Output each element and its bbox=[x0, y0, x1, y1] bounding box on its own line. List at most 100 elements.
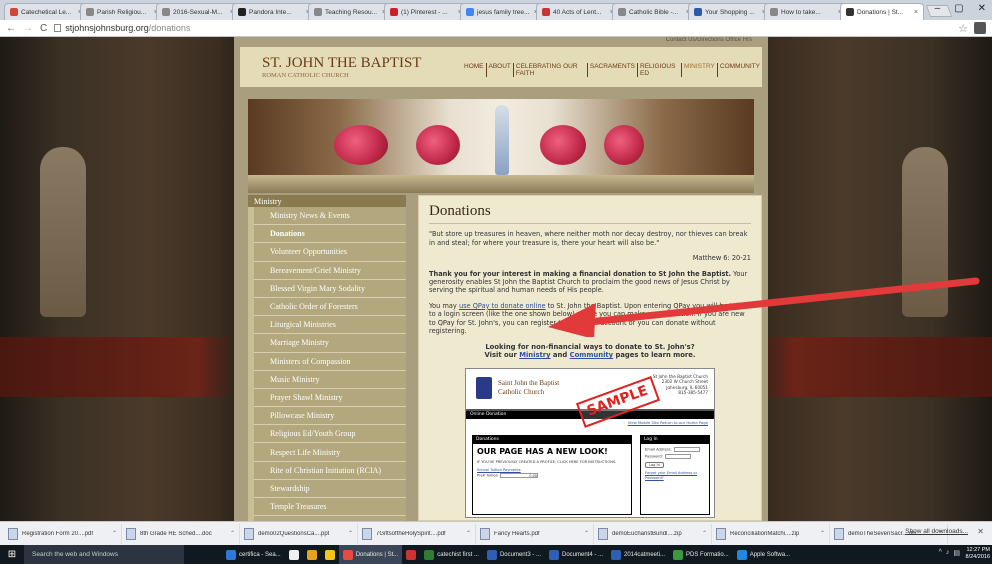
chevron-down-icon[interactable]: ⌃ bbox=[702, 530, 707, 537]
taskbar-search[interactable]: Search the web and Windows bbox=[24, 545, 184, 564]
sidebar-item[interactable]: Temple Treasures bbox=[254, 498, 406, 517]
download-item[interactable]: Registration Form 20....pdf ⌃ bbox=[4, 523, 122, 544]
top-links[interactable]: Contact Us/Directions Office Hrs bbox=[666, 37, 752, 43]
chevron-down-icon[interactable]: ⌃ bbox=[348, 530, 353, 537]
forward-icon[interactable]: → bbox=[23, 23, 33, 34]
reload-icon[interactable]: C bbox=[40, 23, 47, 34]
browser-tab[interactable]: (1) Pinterest - ...× bbox=[384, 3, 468, 20]
chevron-down-icon[interactable]: ⌃ bbox=[230, 530, 235, 537]
download-item[interactable]: ReconciliationMatchi....zip ⌃ bbox=[712, 523, 830, 544]
browser-tab[interactable]: Donations | St... × bbox=[840, 3, 924, 20]
chevron-down-icon[interactable]: ⌃ bbox=[584, 530, 589, 537]
show-all-downloads-link[interactable]: Show all downloads... bbox=[905, 528, 968, 535]
close-window-button[interactable]: ✕ bbox=[978, 3, 986, 14]
maximize-button[interactable]: ▢ bbox=[954, 3, 963, 14]
chevron-down-icon[interactable]: ⌃ bbox=[820, 530, 825, 537]
taskbar-app[interactable]: Document3 - ... bbox=[483, 545, 545, 564]
taskbar-app-label: 2014catmeeti... bbox=[624, 551, 666, 558]
taskbar-app[interactable]: Document4 - ... bbox=[545, 545, 607, 564]
tray-up-icon[interactable]: ^ bbox=[939, 549, 942, 557]
sidebar-item[interactable]: Liturgical Ministries bbox=[254, 316, 406, 335]
network-icon[interactable]: ▤ bbox=[953, 549, 960, 557]
sidebar-item[interactable]: Stewardship bbox=[254, 479, 406, 498]
tab-favicon-icon bbox=[86, 8, 94, 16]
community-link[interactable]: Community bbox=[570, 351, 614, 359]
taskbar-app[interactable] bbox=[285, 545, 303, 564]
taskbar-app[interactable]: 2014catmeeti... bbox=[607, 545, 669, 564]
download-item[interactable]: 7GiftsoftheHolySpirit....pdf ⌃ bbox=[358, 523, 476, 544]
taskbar-app[interactable]: Apple Softwa... bbox=[733, 545, 794, 564]
flowers-4 bbox=[604, 125, 644, 165]
sidebar-item[interactable]: Donations bbox=[254, 225, 406, 244]
bookmark-star-icon[interactable]: ☆ bbox=[958, 22, 968, 35]
close-downloads-icon[interactable]: ✕ bbox=[977, 527, 984, 536]
sidebar-item[interactable]: Pillowcase Ministry bbox=[254, 407, 406, 426]
qpay-link[interactable]: use QPay to donate online bbox=[459, 302, 546, 310]
sidebar-item[interactable]: Prayer Shawl Ministry bbox=[254, 388, 406, 408]
sample-instructions: IF YOU'VE PREVIOUSLY CREATED A PROFILE, … bbox=[477, 460, 617, 465]
sample-email-field bbox=[673, 446, 700, 452]
tab-favicon-icon bbox=[238, 8, 246, 16]
sidebar-item[interactable]: Blessed Virgin Mary Sodality bbox=[254, 279, 406, 298]
taskbar-app[interactable]: certifica - Sea... bbox=[222, 545, 285, 564]
nav-item-community[interactable]: COMMUNITY bbox=[718, 63, 762, 77]
nav-item-celebrating-our-faith[interactable]: CELEBRATING OUR FAITH bbox=[514, 63, 588, 77]
nav-item-sacraments[interactable]: SACRAMENTS bbox=[588, 63, 639, 77]
sidebar-item[interactable]: Ministers of Compassion bbox=[254, 352, 406, 371]
sample-password-field bbox=[665, 454, 691, 460]
sidebar-item[interactable]: Volunteer Opportunities bbox=[254, 243, 406, 262]
download-item[interactable]: Fancy Hearts.pdf ⌃ bbox=[476, 523, 594, 544]
sidebar-item[interactable]: Music Ministry bbox=[254, 370, 406, 389]
sidebar-item[interactable]: Religious Ed/Youth Group bbox=[254, 425, 406, 444]
sidebar-item[interactable]: Ministry News & Events bbox=[254, 207, 406, 226]
windows-start-icon[interactable]: ⊞ bbox=[0, 545, 24, 564]
scripture-citation: Matthew 6: 20-21 bbox=[692, 254, 751, 263]
taskbar-app[interactable]: catechist first ... bbox=[420, 545, 483, 564]
download-item[interactable]: demoEucharistBundl....zip ⌃ bbox=[594, 523, 712, 544]
taskbar-app[interactable]: Donations | St... bbox=[338, 545, 403, 564]
sidebar-item[interactable]: Respect Life Ministry bbox=[254, 443, 406, 462]
browser-tab[interactable]: Teaching Resou...× bbox=[308, 3, 392, 20]
download-item[interactable]: demo02QuestionsCa....ppt ⌃ bbox=[240, 523, 358, 544]
taskbar-app[interactable] bbox=[303, 545, 321, 564]
tab-close-icon[interactable]: × bbox=[914, 9, 918, 16]
taskbar-app[interactable]: PDS Formatio... bbox=[669, 545, 733, 564]
browser-tab[interactable]: jesus family tree...× bbox=[460, 3, 544, 20]
minimize-button[interactable]: – bbox=[935, 3, 941, 14]
app-icon bbox=[673, 549, 684, 560]
sidebar-item[interactable]: Bereavement/Grief Ministry bbox=[254, 261, 406, 280]
tab-favicon-icon bbox=[618, 8, 626, 16]
back-icon[interactable]: ← bbox=[6, 23, 16, 34]
taskbar-items: certifica - Sea... Donations | St... catec… bbox=[222, 545, 794, 564]
sample-address: St John the Baptist Church 2302 W Church… bbox=[652, 373, 708, 396]
browser-tab[interactable]: 40 Acts of Lent...× bbox=[536, 3, 620, 20]
browser-tab[interactable]: Catechetical Le...× bbox=[4, 3, 88, 20]
sidebar-item[interactable]: Marriage Ministry bbox=[254, 334, 406, 353]
nav-item-home[interactable]: HOME bbox=[462, 63, 487, 77]
browser-tab[interactable]: 2016-Sexual-M...× bbox=[156, 3, 240, 20]
taskbar-app[interactable] bbox=[402, 545, 420, 564]
browser-tab[interactable]: Your Shopping ...× bbox=[688, 3, 772, 20]
taskbar-clock[interactable]: 12:27 PM 8/24/2016 bbox=[966, 547, 990, 561]
chevron-down-icon[interactable]: ⌃ bbox=[112, 530, 117, 537]
volume-icon[interactable]: ♪ bbox=[946, 549, 950, 557]
address-bar[interactable]: stjohnsjohnsburg.org/donations bbox=[54, 23, 190, 33]
taskbar-app[interactable] bbox=[321, 545, 339, 564]
site-title[interactable]: ST. JOHN THE BAPTIST bbox=[262, 55, 421, 72]
download-item[interactable]: 8th Grade RE Sched....doc ⌃ bbox=[122, 523, 240, 544]
browser-tab[interactable]: How to take...× bbox=[764, 3, 848, 20]
sidebar-item[interactable]: Catholic Order of Foresters bbox=[254, 297, 406, 317]
site-subtitle: ROMAN CATHOLIC CHURCH bbox=[262, 72, 349, 79]
chevron-down-icon[interactable]: ⌃ bbox=[466, 530, 471, 537]
browser-tab[interactable]: Catholic Bible -...× bbox=[612, 3, 696, 20]
nav-item-ministry[interactable]: MINISTRY bbox=[682, 63, 718, 77]
sidebar-item[interactable]: Rite of Christian Initiation (RCIA) bbox=[254, 461, 406, 480]
ministry-link[interactable]: Ministry bbox=[519, 351, 550, 359]
nav-item-religious-ed[interactable]: RELIGIOUS ED bbox=[638, 63, 682, 77]
nav-item-about[interactable]: ABOUT bbox=[487, 63, 514, 77]
browser-tab[interactable]: Pandora Inte...× bbox=[232, 3, 316, 20]
tab-label: 40 Acts of Lent... bbox=[553, 8, 602, 16]
browser-tab[interactable]: Parish Religiou...× bbox=[80, 3, 164, 20]
extension-icon[interactable] bbox=[974, 22, 986, 34]
download-filename: 8th Grade RE Sched....doc bbox=[140, 530, 212, 537]
